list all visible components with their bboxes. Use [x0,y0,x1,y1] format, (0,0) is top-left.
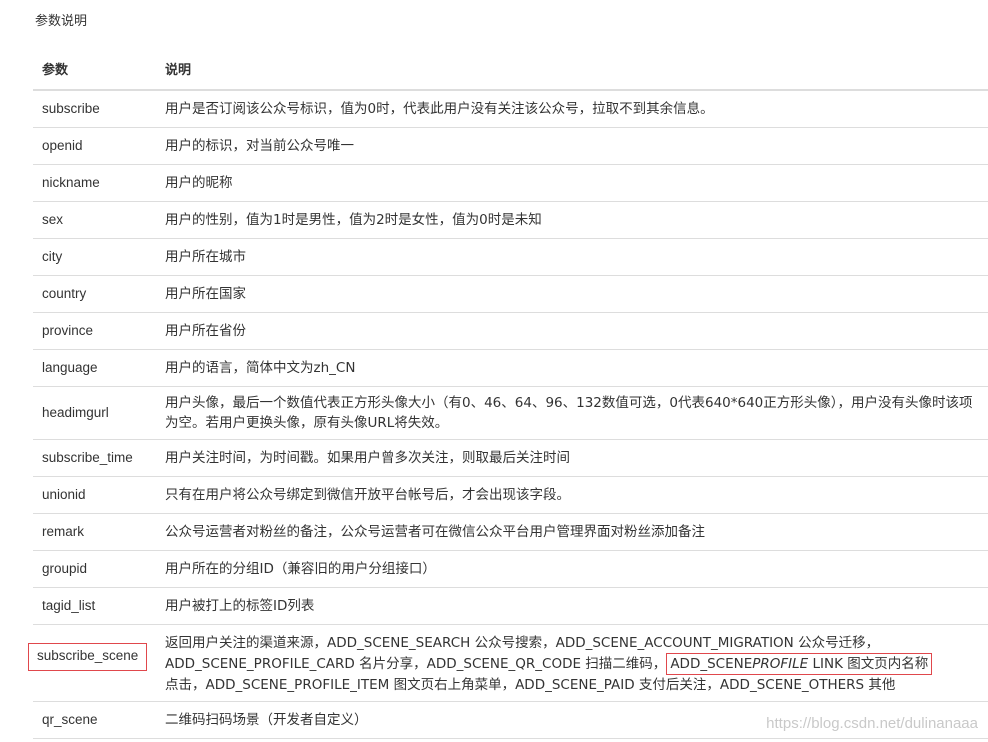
table-row: subscribe 用户是否订阅该公众号标识，值为0时，代表此用户没有关注该公众… [33,90,988,128]
header-desc: 说明 [156,53,988,91]
param-desc: 只有在用户将公众号绑定到微信开放平台帐号后，才会出现该字段。 [156,476,988,514]
hl-prefix: ADD_SCENE [670,656,753,672]
param-name: subscribe_time [33,439,156,477]
table-row: unionid 只有在用户将公众号绑定到微信开放平台帐号后，才会出现该字段。 [33,476,988,514]
param-desc: 返回用户关注的渠道来源，ADD_SCENE_SEARCH 公众号搜索，ADD_S… [156,624,988,702]
param-name: country [33,275,156,313]
table-row: remark 公众号运营者对粉丝的备注，公众号运营者可在微信公众平台用户管理界面… [33,513,988,551]
table-row: language 用户的语言，简体中文为zh_CN [33,349,988,387]
scene-desc-part2: 点击，ADD_SCENE_PROFILE_ITEM 图文页右上角菜单，ADD_S… [165,677,896,693]
param-name: tagid_list [33,587,156,625]
table-row: headimgurl 用户头像，最后一个数值代表正方形头像大小（有0、46、64… [33,386,988,440]
param-desc: 公众号运营者对粉丝的备注，公众号运营者可在微信公众平台用户管理界面对粉丝添加备注 [156,513,988,551]
param-desc: 用户关注时间，为时间戳。如果用户曾多次关注，则取最后关注时间 [156,439,988,477]
param-desc: 用户的标识，对当前公众号唯一 [156,127,988,165]
param-desc: 用户被打上的标签ID列表 [156,587,988,625]
param-name: unionid [33,476,156,514]
hl-suffix: LINK 图文页内名称 [808,656,929,672]
param-name: city [33,238,156,276]
param-desc: 用户的语言，简体中文为zh_CN [156,349,988,387]
table-row: province 用户所在省份 [33,312,988,350]
param-desc: 用户所在省份 [156,312,988,350]
header-param: 参数 [33,53,156,91]
watermark: https://blog.csdn.net/dulinanaaa [766,715,978,732]
param-desc: 用户所在的分组ID（兼容旧的用户分组接口） [156,550,988,588]
param-name: subscribe [33,90,156,128]
param-table: 参数 说明 subscribe 用户是否订阅该公众号标识，值为0时，代表此用户没… [28,53,988,739]
section-title: 参数说明 [35,14,88,29]
param-desc: 用户所在国家 [156,275,988,313]
table-row: openid 用户的标识，对当前公众号唯一 [33,127,988,165]
param-name: sex [33,201,156,239]
highlight-box: ADD_SCENEPROFILE LINK 图文页内名称 [666,653,933,675]
param-desc: 用户是否订阅该公众号标识，值为0时，代表此用户没有关注该公众号，拉取不到其余信息… [156,90,988,128]
param-name: province [33,312,156,350]
param-name: nickname [33,164,156,202]
table-row: city 用户所在城市 [33,238,988,276]
table-row: sex 用户的性别，值为1时是男性，值为2时是女性，值为0时是未知 [33,201,988,239]
highlighted-param-name: subscribe_scene [28,643,148,671]
table-row: country 用户所在国家 [33,275,988,313]
table-row: tagid_list 用户被打上的标签ID列表 [33,587,988,625]
param-name: headimgurl [33,386,156,440]
table-header-row: 参数 说明 [33,53,988,91]
hl-italic: PROFILE [752,656,809,672]
param-desc: 用户的昵称 [156,164,988,202]
param-desc: 用户的性别，值为1时是男性，值为2时是女性，值为0时是未知 [156,201,988,239]
param-name: remark [33,513,156,551]
table-row-subscribe-scene: subscribe_scene 返回用户关注的渠道来源，ADD_SCENE_SE… [28,624,988,702]
table-row: subscribe_time 用户关注时间，为时间戳。如果用户曾多次关注，则取最… [33,439,988,477]
param-name: groupid [33,550,156,588]
param-name-cell: subscribe_scene [28,624,156,702]
table-row: nickname 用户的昵称 [33,164,988,202]
param-desc: 用户头像，最后一个数值代表正方形头像大小（有0、46、64、96、132数值可选… [156,386,988,440]
param-name: language [33,349,156,387]
param-desc: 用户所在城市 [156,238,988,276]
table-row: groupid 用户所在的分组ID（兼容旧的用户分组接口） [33,550,988,588]
param-name: openid [33,127,156,165]
param-name: qr_scene [33,701,156,739]
